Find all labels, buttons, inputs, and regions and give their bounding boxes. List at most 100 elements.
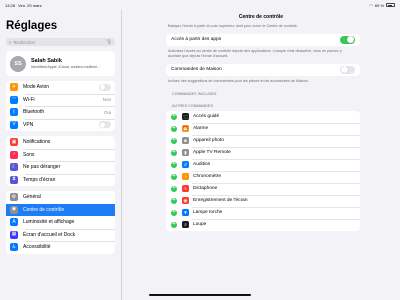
sidebar-item-value: Non (102, 97, 111, 103)
add-command-icon[interactable]: + (171, 221, 177, 228)
notifications-group: ▣ Notifications ♪ Sons ☾ Ne pas déranger ⧗ Temp… (6, 136, 115, 186)
command-row[interactable]: + ⬚ Accès guidé (166, 111, 360, 123)
voice-memos-icon: ∿ (182, 185, 189, 193)
sidebar-item-label: Bluetooth (23, 109, 45, 116)
command-row[interactable]: + ▼ Lampe torche (166, 206, 360, 219)
sidebar-item-airplane[interactable]: ✈ Mode Avion (6, 81, 115, 94)
sidebar-item-accessibility[interactable]: ♿ Accessibilité (6, 241, 115, 254)
command-label: Chronomètre (193, 174, 221, 180)
sidebar-item-gear[interactable]: ⚙ Général (6, 191, 115, 204)
sidebar: Réglages ⌕ Rechercher 🎙︎ SS Salah Sabik … (0, 10, 122, 300)
sidebar-item-value: Oui (103, 109, 111, 115)
sidebar-toggle[interactable] (99, 83, 111, 91)
more-commands-title: AUTRES COMMANDES (172, 103, 213, 108)
add-command-icon[interactable]: + (171, 161, 177, 168)
status-date: Ven. 29 mars (18, 2, 42, 8)
hourglass-icon: ⧗ (10, 175, 18, 184)
home-screen-icon: ▦ (10, 230, 18, 239)
sidebar-item-control-center[interactable]: ◉ Centre de contrôle (6, 203, 115, 216)
apps-access-toggle[interactable] (340, 35, 355, 45)
sidebar-item-hourglass[interactable]: ⧗ Temps d'écran (6, 173, 115, 187)
add-command-icon[interactable]: + (171, 113, 177, 120)
magnifier-icon: ⌕ (182, 221, 189, 229)
command-row[interactable]: + ▮ Apple TV Remote (166, 146, 360, 159)
bluetooth-icon: ᛒ (10, 108, 18, 117)
notifications-icon: ▣ (10, 138, 18, 147)
sidebar-item-label: VPN (23, 121, 34, 128)
battery-percent: 69 % (374, 2, 384, 8)
sidebar-item-label: Sons (23, 151, 35, 158)
command-row[interactable]: + ◔ Chronomètre (166, 170, 360, 183)
add-command-icon[interactable]: + (171, 173, 177, 180)
add-command-icon[interactable]: + (171, 185, 177, 192)
sounds-icon: ♪ (10, 150, 18, 159)
profile-subtitle: Identifiant Apple, iCloud, contenu multi… (31, 64, 101, 69)
sidebar-item-label: Accessibilité (23, 244, 51, 251)
airplane-icon: ✈ (10, 83, 18, 92)
sidebar-item-label: Ne pas déranger (23, 164, 61, 171)
gear-icon: ⚙ (10, 193, 18, 202)
sidebar-item-label: Wi-Fi (23, 96, 35, 103)
sidebar-item-label: Centre de contrôle (23, 206, 65, 213)
sidebar-item-wifi[interactable]: ◠ Wi-Fi Non (6, 93, 115, 107)
sidebar-item-label: Temps d'écran (23, 176, 56, 183)
page-title: Centre de contrôle (238, 14, 284, 20)
home-controls-description: Incluez des suggestions de commandes pou… (168, 78, 309, 83)
control-center-icon: ◉ (10, 205, 18, 214)
sidebar-title: Réglages (6, 20, 58, 32)
sidebar-item-sounds[interactable]: ♪ Sons (6, 148, 115, 162)
command-label: Alarme (193, 126, 209, 132)
intro-text: Balayez l'écran à partir du coin supérie… (168, 24, 298, 28)
brightness-icon: A (10, 218, 18, 227)
add-command-icon[interactable]: + (171, 209, 177, 216)
general-group: ⚙ Général ◉ Centre de contrôle A Luminosité e… (6, 191, 115, 254)
guided-access-icon: ⬚ (182, 113, 189, 121)
apps-access-label: Accès à partir des apps (171, 37, 222, 43)
apps-access-row: Accès à partir des apps (166, 34, 360, 46)
home-controls-toggle[interactable] (340, 65, 355, 75)
apple-tv-remote-icon: ▮ (182, 149, 189, 157)
status-bar: 13:28 Ven. 29 mars ◠ 69 % (0, 0, 400, 10)
vpn-icon: V (10, 120, 18, 129)
command-label: Loupe (193, 222, 207, 228)
add-command-icon[interactable]: + (171, 125, 177, 132)
moon-icon: ☾ (10, 163, 18, 172)
avatar: SS (10, 55, 26, 72)
add-command-icon[interactable]: + (171, 197, 177, 204)
status-time: 13:28 (5, 2, 16, 8)
battery-icon (386, 3, 395, 7)
add-command-icon[interactable]: + (171, 149, 177, 156)
sidebar-item-label: Écran d'accueil et Dock (23, 231, 76, 238)
microphone-icon[interactable]: 🎙︎ (106, 39, 112, 45)
accessibility-icon: ♿ (10, 243, 18, 252)
command-label: Lampe torche (193, 210, 223, 216)
command-row[interactable]: + ◙ Appareil photo (166, 134, 360, 147)
command-row[interactable]: + ◉ Enregistrement de l'écran (166, 194, 360, 207)
profile-card[interactable]: SS Salah Sabik Identifiant Apple, iCloud… (6, 51, 115, 76)
command-label: Audition (193, 162, 211, 168)
screen-recording-icon: ◉ (182, 197, 189, 205)
included-commands-title: COMMANDES INCLUSES (172, 91, 217, 96)
sidebar-item-vpn[interactable]: V VPN (6, 118, 115, 132)
command-row[interactable]: + ⏰ Alarme (166, 122, 360, 135)
command-row[interactable]: + ∂ Audition (166, 158, 360, 171)
sidebar-item-moon[interactable]: ☾ Ne pas déranger (6, 161, 115, 174)
apps-access-description: Autorisez l'accès au centre de contrôle … (168, 48, 342, 58)
sidebar-item-notifications[interactable]: ▣ Notifications (6, 136, 115, 149)
sidebar-item-label: Notifications (23, 139, 51, 146)
sidebar-toggle[interactable] (99, 121, 111, 129)
command-label: Appareil photo (193, 138, 224, 144)
home-controls-row: Commandes de Maison (166, 64, 360, 76)
sidebar-item-home-screen[interactable]: ▦ Écran d'accueil et Dock (6, 228, 115, 242)
add-command-icon[interactable]: + (171, 137, 177, 144)
camera-icon: ◙ (182, 137, 189, 145)
wifi-icon: ◠ (10, 95, 18, 104)
command-row[interactable]: + ∿ Dictaphone (166, 182, 360, 195)
sidebar-item-brightness[interactable]: A Luminosité et affichage (6, 216, 115, 229)
search-input[interactable]: ⌕ Rechercher 🎙︎ (6, 38, 115, 46)
sidebar-item-bluetooth[interactable]: ᛒ Bluetooth Oui (6, 106, 115, 119)
home-controls-group: Commandes de Maison (166, 63, 360, 76)
sidebar-item-label: Général (23, 194, 41, 201)
control-center-pane: Centre de contrôle Balayez l'écran à par… (122, 10, 400, 300)
command-row[interactable]: + ⌕ Loupe (166, 218, 360, 231)
